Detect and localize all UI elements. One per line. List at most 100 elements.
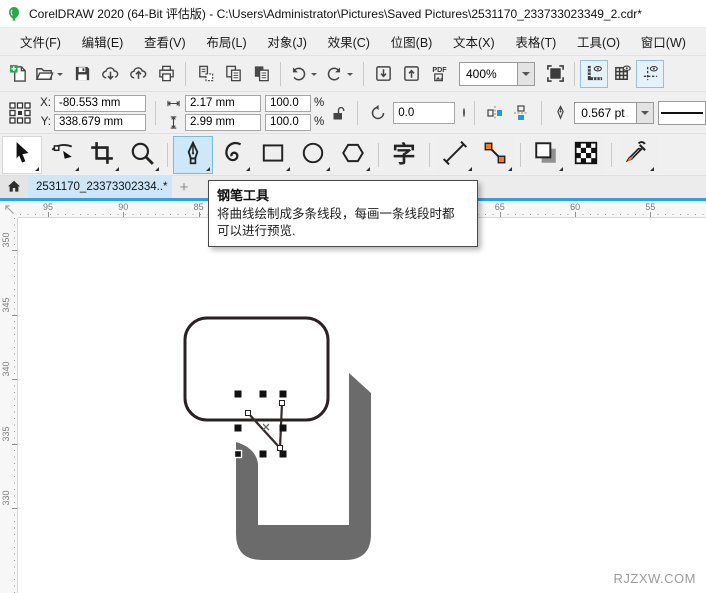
selection-handle[interactable] bbox=[234, 390, 242, 398]
selection-handle[interactable] bbox=[234, 424, 242, 432]
v-ruler-label: 345 bbox=[1, 296, 11, 313]
lock-unlocked-icon[interactable] bbox=[328, 103, 348, 123]
gray-j-shape[interactable] bbox=[236, 373, 371, 560]
scale-vertical-input[interactable] bbox=[265, 113, 311, 131]
x-position-input[interactable] bbox=[54, 94, 146, 112]
menu-item-11[interactable]: 窗口(W) bbox=[635, 28, 692, 55]
v-ruler-tick bbox=[12, 314, 17, 316]
zoom-tool[interactable] bbox=[122, 135, 162, 174]
curve-tool[interactable] bbox=[213, 135, 253, 174]
import-button[interactable] bbox=[369, 60, 397, 88]
dimension-tool[interactable] bbox=[435, 135, 475, 174]
v-ruler-label: 335 bbox=[1, 425, 11, 442]
degree-icon bbox=[463, 108, 466, 117]
new-tab-button[interactable]: + bbox=[172, 176, 196, 198]
show-guidelines-button[interactable] bbox=[636, 59, 664, 88]
menu-item-4[interactable]: 布局(L) bbox=[200, 28, 252, 55]
paste-special-button[interactable] bbox=[191, 60, 219, 88]
selection-handle[interactable] bbox=[279, 424, 287, 432]
menu-item-9[interactable]: 表格(T) bbox=[509, 28, 562, 55]
tooltip-line2: 可以进行预览. bbox=[217, 223, 296, 238]
cloud-upload-button[interactable] bbox=[124, 60, 152, 88]
menu-bar: 文件(F) 编辑(E) 查看(V) 布局(L) 对象(J) 效果(C) 位图(B) 文本(X)… bbox=[0, 28, 706, 56]
fullscreen-preview-button[interactable] bbox=[541, 60, 569, 88]
window-title: CorelDRAW 2020 (64-Bit 评估版) - C:\Users\A… bbox=[29, 7, 642, 21]
toolbar-separator bbox=[363, 61, 364, 86]
paste-special-icon bbox=[196, 64, 215, 83]
ellipse-tool[interactable] bbox=[293, 135, 333, 174]
menu-item-8[interactable]: 文本(X) bbox=[447, 28, 501, 55]
menu-item-1[interactable]: 文件(F) bbox=[14, 28, 67, 55]
object-height-input[interactable] bbox=[185, 113, 261, 131]
mirror-horizontal-icon[interactable] bbox=[484, 102, 506, 124]
transparency-tool[interactable] bbox=[566, 135, 606, 174]
color-eyedropper-tool[interactable] bbox=[617, 135, 657, 174]
crop-tool[interactable] bbox=[82, 135, 122, 174]
zoom-level-dropdown[interactable] bbox=[517, 61, 535, 86]
selection-handle[interactable] bbox=[259, 390, 267, 398]
show-guidelines-icon bbox=[641, 64, 660, 83]
open-folder-button[interactable] bbox=[32, 60, 68, 88]
work-area: 350 345 340 335 330 RJZXW.COM bbox=[0, 218, 706, 593]
standard-toolbar: PDF bbox=[0, 56, 706, 92]
save-button[interactable] bbox=[68, 60, 96, 88]
drop-shadow-tool-icon bbox=[533, 140, 559, 169]
menu-item-3[interactable]: 查看(V) bbox=[138, 28, 192, 55]
mirror-vertical-icon[interactable] bbox=[510, 102, 532, 124]
outline-width-dropdown[interactable] bbox=[636, 101, 655, 124]
pen-tool[interactable] bbox=[173, 135, 213, 174]
shape-tool[interactable] bbox=[42, 135, 82, 174]
fullscreen-preview-icon bbox=[546, 64, 565, 83]
menu-item-6[interactable]: 效果(C) bbox=[322, 28, 376, 55]
document-tab-active[interactable]: 2531170_23373302334..* bbox=[28, 176, 172, 198]
outline-style-preview[interactable] bbox=[658, 100, 706, 125]
vertical-ruler[interactable]: 350 345 340 335 330 bbox=[0, 218, 18, 593]
selection-handle[interactable] bbox=[233, 449, 243, 459]
cloud-download-button[interactable] bbox=[96, 60, 124, 88]
connector-tool[interactable] bbox=[475, 135, 515, 174]
show-grid-button[interactable] bbox=[608, 60, 636, 88]
pick-tool-icon bbox=[9, 140, 35, 169]
redo-dropdown[interactable] bbox=[344, 61, 355, 87]
pdf-button[interactable]: PDF bbox=[425, 60, 453, 88]
print-button[interactable] bbox=[152, 60, 180, 88]
redo-button[interactable] bbox=[322, 60, 358, 88]
copy-button[interactable] bbox=[219, 60, 247, 88]
selection-handle[interactable] bbox=[279, 390, 287, 398]
menu-item-5[interactable]: 对象(J) bbox=[261, 28, 313, 55]
rotation-angle-input[interactable] bbox=[393, 101, 456, 124]
undo-dropdown[interactable] bbox=[308, 61, 319, 87]
new-document-button[interactable] bbox=[4, 60, 32, 88]
svg-text:PDF: PDF bbox=[432, 66, 447, 74]
path-node[interactable] bbox=[277, 445, 283, 451]
open-folder-dropdown[interactable] bbox=[54, 61, 65, 87]
outline-width-input[interactable] bbox=[574, 101, 637, 124]
welcome-home-button[interactable] bbox=[0, 176, 28, 198]
undo-button[interactable] bbox=[286, 60, 322, 88]
y-label: Y: bbox=[40, 116, 51, 128]
ruler-origin-icon[interactable] bbox=[0, 201, 18, 218]
rounded-rectangle-shape[interactable] bbox=[183, 316, 330, 422]
menu-item-2[interactable]: 编辑(E) bbox=[76, 28, 130, 55]
drop-shadow-tool[interactable] bbox=[526, 135, 566, 174]
toolbox-separator bbox=[378, 142, 379, 167]
pick-tool[interactable] bbox=[2, 135, 42, 174]
object-width-input[interactable] bbox=[185, 94, 261, 112]
text-tool[interactable]: 字 bbox=[384, 135, 424, 174]
paste-button[interactable] bbox=[247, 60, 275, 88]
path-node[interactable] bbox=[245, 410, 251, 416]
menu-item-10[interactable]: 工具(O) bbox=[571, 28, 626, 55]
rectangle-tool[interactable] bbox=[253, 135, 293, 174]
polygon-tool[interactable] bbox=[333, 135, 373, 174]
scale-horizontal-input[interactable] bbox=[265, 94, 311, 112]
y-position-input[interactable] bbox=[54, 113, 146, 131]
selection-handle[interactable] bbox=[259, 450, 267, 458]
rotation-icon bbox=[367, 102, 389, 124]
show-rulers-button[interactable] bbox=[580, 59, 608, 88]
path-node[interactable] bbox=[279, 400, 285, 406]
selection-handle[interactable] bbox=[279, 450, 287, 458]
drawing-canvas[interactable]: RJZXW.COM bbox=[18, 218, 706, 593]
menu-item-7[interactable]: 位图(B) bbox=[385, 28, 439, 55]
export-button[interactable] bbox=[397, 60, 425, 88]
zoom-level-input[interactable] bbox=[459, 61, 517, 86]
